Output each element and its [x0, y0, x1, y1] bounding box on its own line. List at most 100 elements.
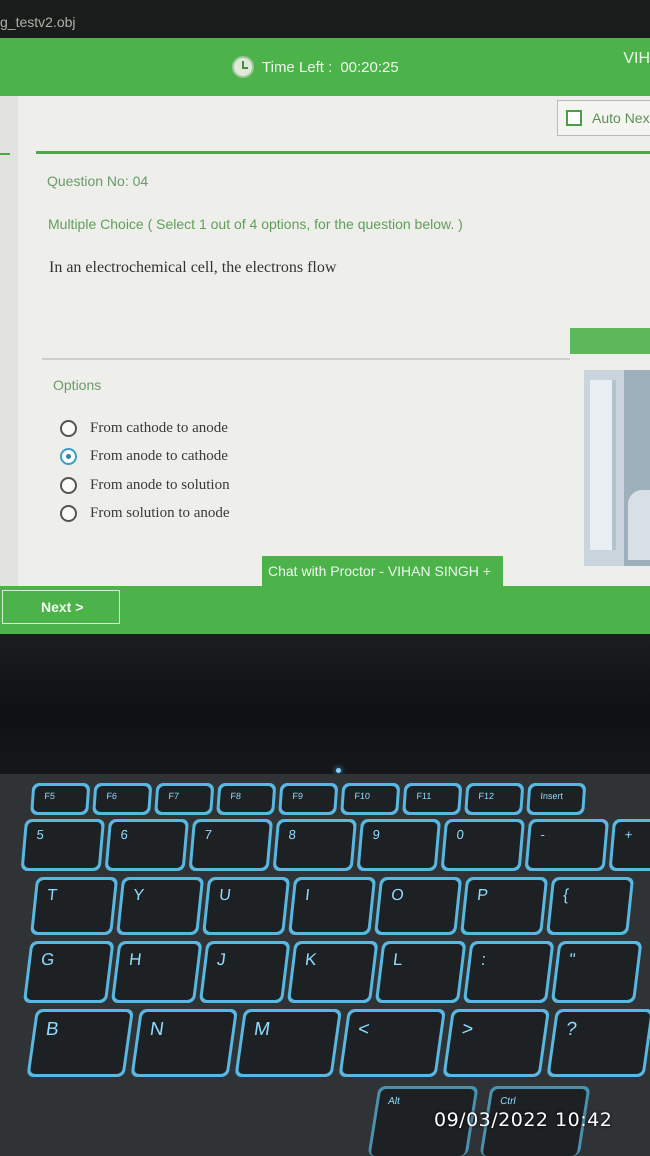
svg-text:+: +	[624, 827, 633, 842]
svg-text:F6: F6	[106, 791, 117, 801]
svg-text:6: 6	[120, 827, 129, 842]
radio-button[interactable]	[60, 419, 77, 437]
auto-next-toggle[interactable]: Auto Nex	[557, 100, 650, 136]
svg-text:G: G	[40, 950, 56, 969]
radio-button-selected[interactable]	[60, 448, 77, 466]
svg-text:H: H	[128, 950, 143, 969]
keyboard-key: L	[375, 941, 466, 1003]
divider	[0, 153, 10, 155]
svg-text:U: U	[218, 886, 231, 904]
svg-text:F5: F5	[44, 791, 55, 801]
option-2[interactable]: From anode to cathode	[60, 443, 230, 472]
keyboard-key: H	[111, 941, 202, 1003]
keyboard-key: F10	[340, 783, 400, 815]
svg-text:Insert: Insert	[540, 791, 564, 801]
svg-text:F9: F9	[292, 791, 303, 801]
svg-text:0: 0	[456, 827, 465, 842]
auto-next-label: Auto Nex	[592, 110, 650, 126]
svg-text:F8: F8	[230, 791, 241, 801]
option-1[interactable]: From cathode to anode	[60, 414, 230, 443]
keyboard-key: F11	[402, 783, 462, 815]
svg-text:9: 9	[372, 827, 381, 842]
keyboard-key: U	[202, 877, 290, 935]
keyboard-key: F7	[154, 783, 214, 815]
svg-text:Y: Y	[132, 886, 145, 904]
keyboard-key: O	[374, 877, 462, 935]
exam-footer: Next >	[0, 586, 650, 634]
question-panel: Auto Nex Question No: 04 Multiple Choice…	[0, 96, 650, 586]
keyboard-key: "	[551, 941, 642, 1003]
keyboard-key: +	[609, 819, 650, 871]
options-label: Options	[53, 377, 102, 393]
svg-text:Ctrl: Ctrl	[499, 1096, 516, 1107]
next-button[interactable]: Next >	[2, 590, 120, 624]
keyboard-key: Y	[116, 877, 204, 935]
timer: Time Left : 00:20:25	[232, 56, 399, 78]
clock-icon	[232, 56, 254, 78]
keyboard-key: 7	[189, 819, 273, 871]
divider	[36, 151, 650, 154]
keyboard: F5 F6 F7 F8 F9 F10 F11 F12 Insert 5 6 7 8 9 0 - + T Y U I O P {…	[21, 783, 650, 1156]
keyboard-key: F5	[30, 783, 90, 815]
keyboard-key: N	[131, 1009, 238, 1077]
time-left-label: Time Left :	[262, 58, 333, 76]
option-text: From anode to solution	[90, 476, 230, 493]
auto-next-checkbox[interactable]	[566, 110, 582, 126]
keyboard-key: T	[30, 877, 118, 935]
svg-text:O: O	[390, 886, 404, 904]
keyboard-key: <	[339, 1009, 446, 1077]
left-panel-edge	[0, 96, 18, 586]
keyboard-key: -	[525, 819, 609, 871]
user-name: VIH	[623, 50, 650, 67]
svg-text:N: N	[149, 1019, 166, 1040]
option-3[interactable]: From anode to solution	[60, 471, 230, 500]
svg-text:M: M	[253, 1019, 272, 1040]
webcam-led	[336, 768, 341, 773]
svg-text:F11: F11	[416, 791, 432, 801]
window-title-bar: g_testv2.obj	[0, 0, 650, 38]
keyboard-key: :	[463, 941, 554, 1003]
chat-with-proctor-button[interactable]: Chat with Proctor - VIHAN SINGH +	[262, 556, 503, 586]
question-text: In an electrochemical cell, the electron…	[49, 259, 337, 276]
laptop-screen: g_testv2.obj Time Left : 00:20:25 VIH Au…	[0, 0, 650, 640]
keyboard-key: >	[443, 1009, 550, 1077]
window-file-name: g_testv2.obj	[0, 14, 76, 30]
keyboard-key: 0	[441, 819, 525, 871]
options-list: From cathode to anode From anode to cath…	[60, 414, 230, 528]
question-number: Question No: 04	[47, 173, 149, 189]
divider	[42, 358, 570, 360]
keyboard-key: ?	[547, 1009, 650, 1077]
radio-button[interactable]	[60, 505, 77, 523]
keyboard-key: 8	[273, 819, 357, 871]
option-text: From anode to cathode	[90, 448, 228, 465]
keyboard-key: M	[235, 1009, 342, 1077]
keyboard-key: F8	[216, 783, 276, 815]
svg-text:F12: F12	[478, 791, 494, 801]
option-text: From cathode to anode	[90, 419, 228, 436]
keyboard-key: 6	[105, 819, 189, 871]
svg-text:7: 7	[204, 827, 213, 842]
option-text: From solution to anode	[90, 505, 230, 522]
question-type: Multiple Choice ( Select 1 out of 4 opti…	[48, 216, 463, 232]
svg-text:F7: F7	[168, 791, 179, 801]
keyboard-key: P	[460, 877, 548, 935]
radio-button[interactable]	[60, 476, 77, 494]
photo-timestamp: 09/03/2022 10:42	[434, 1109, 613, 1131]
option-4[interactable]: From solution to anode	[60, 500, 230, 529]
keyboard-key: I	[288, 877, 376, 935]
keyboard-key: F12	[464, 783, 524, 815]
proctor-panel-tab[interactable]	[570, 328, 650, 354]
keyboard-key: 5	[21, 819, 105, 871]
svg-text:F10: F10	[354, 791, 370, 801]
svg-text:8: 8	[288, 827, 297, 842]
svg-text:5: 5	[36, 827, 45, 842]
keyboard-key: B	[27, 1009, 134, 1077]
svg-text:P: P	[476, 886, 489, 904]
keyboard-key: F9	[278, 783, 338, 815]
keyboard-deck: F5 F6 F7 F8 F9 F10 F11 F12 Insert 5 6 7 8 9 0 - + T Y U I O P {…	[0, 774, 650, 1156]
keyboard-key: J	[199, 941, 290, 1003]
time-left-value: 00:20:25	[340, 58, 399, 76]
keyboard-key: F6	[92, 783, 152, 815]
keyboard-key: {	[546, 877, 634, 935]
exam-header: Time Left : 00:20:25 VIH	[0, 38, 650, 96]
